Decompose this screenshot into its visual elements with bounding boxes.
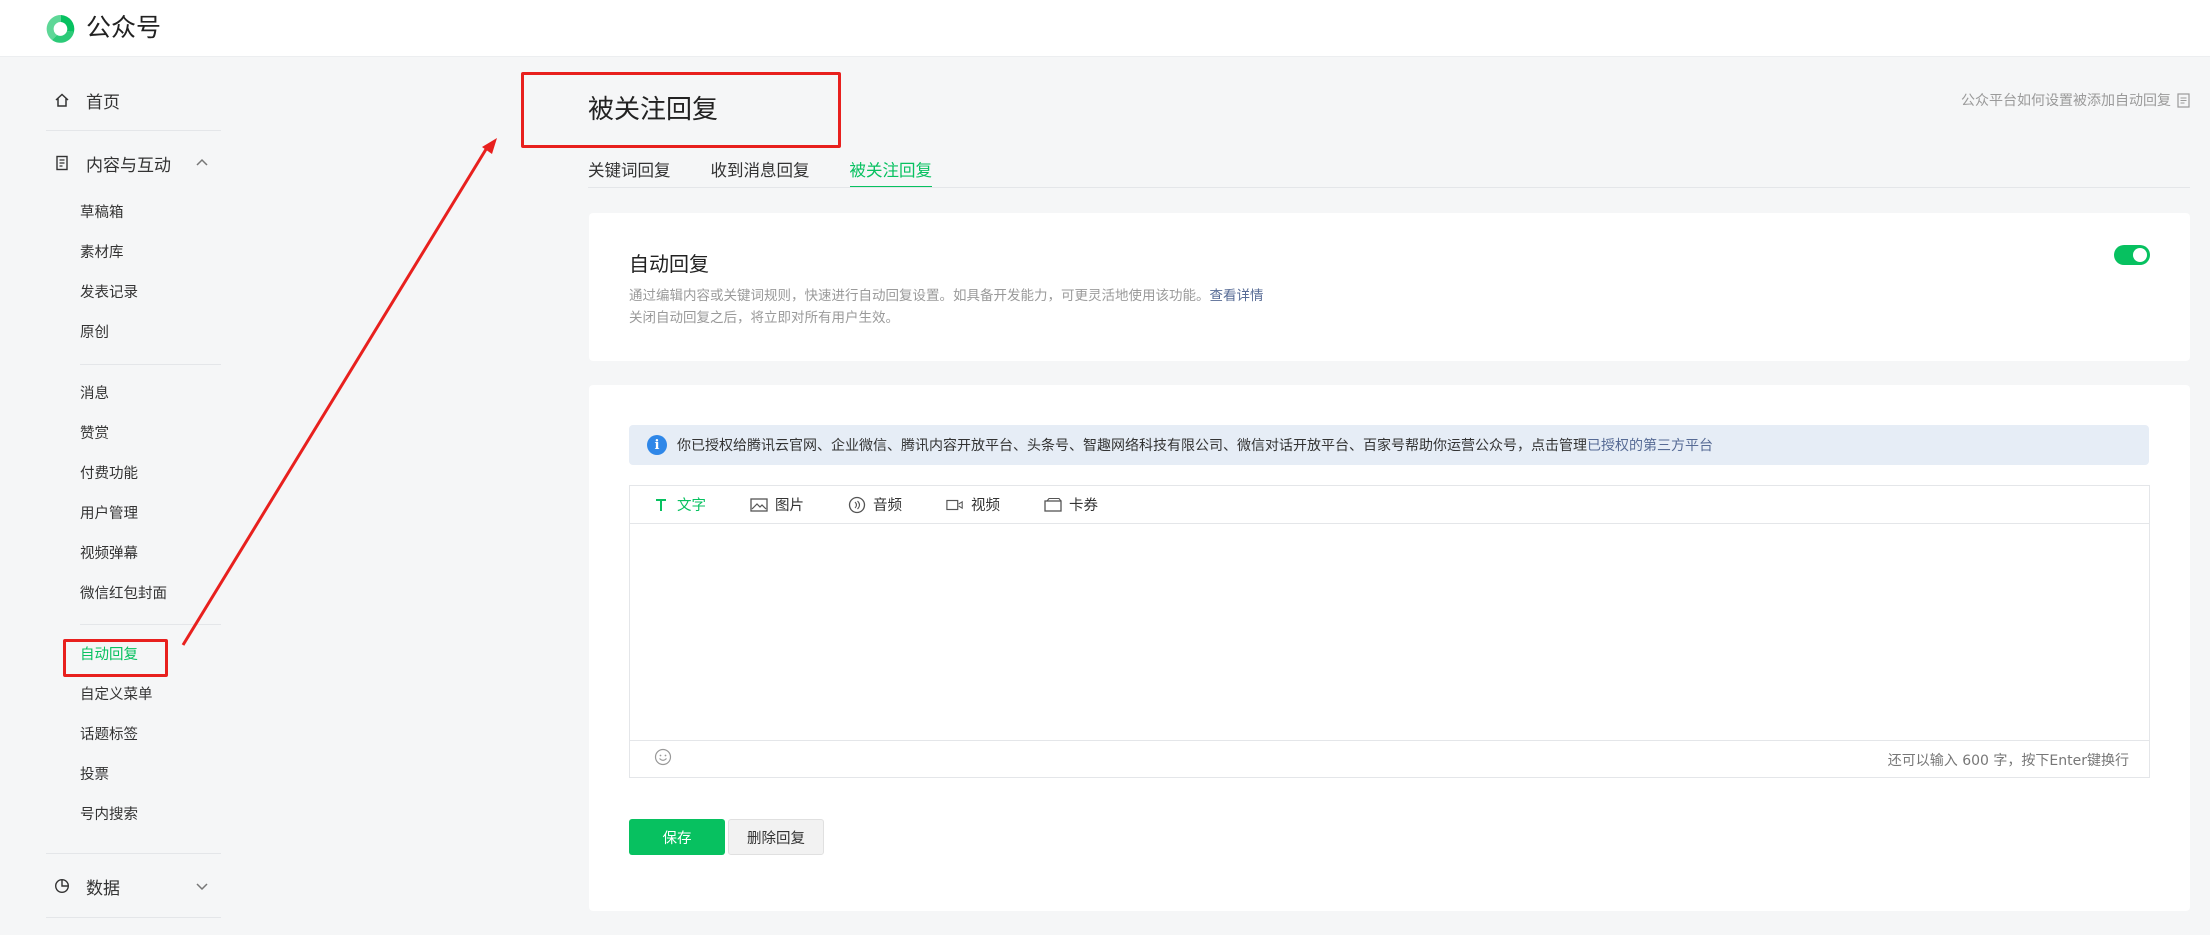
sidebar-item-messages[interactable]: 消息 [80, 384, 109, 404]
sidebar-item-user-management[interactable]: 用户管理 [80, 504, 138, 524]
divider [46, 853, 221, 854]
sidebar-item-appreciation[interactable]: 赞赏 [80, 424, 109, 444]
tab-video-label: 视频 [971, 498, 1000, 514]
third-party-platform-link[interactable]: 已授权的第三方平台 [1587, 435, 1713, 455]
sidebar-item-topic-tags[interactable]: 话题标签 [80, 725, 138, 745]
sidebar-item-publish-records[interactable]: 发表记录 [80, 283, 138, 303]
tab-message-reply[interactable]: 收到消息回复 [711, 158, 810, 188]
tab-coupon-label: 卡券 [1069, 498, 1098, 514]
brand-name: 公众号 [86, 13, 162, 42]
wechat-mp-logo-icon[interactable] [44, 12, 78, 46]
tab-video[interactable]: 视频 [946, 494, 1000, 515]
reply-editor: 文字 图片 音频 视频 卡券 还可以输入 600 字，按下Enter键换行 [629, 485, 2150, 778]
content-type-tabs: 文字 图片 音频 视频 卡券 [630, 486, 2149, 524]
sidebar-group-label: 内容与互动 [86, 155, 171, 176]
home-icon [52, 90, 72, 110]
image-icon [750, 496, 768, 514]
emoji-icon[interactable] [654, 748, 672, 766]
sidebar-item-vote[interactable]: 投票 [80, 765, 109, 785]
authorization-notice: i 你已授权给腾讯云官网、企业微信、腾讯内容开放平台、头条号、智趣网络科技有限公… [629, 425, 2149, 465]
pie-chart-icon [52, 876, 72, 896]
tab-keyword-reply[interactable]: 关键词回复 [588, 158, 671, 188]
divider [80, 364, 221, 365]
sidebar-item-video-danmaku[interactable]: 视频弹幕 [80, 544, 138, 564]
document-icon [52, 153, 72, 173]
help-link-text: 公众平台如何设置被添加自动回复 [1961, 93, 2171, 109]
auto-reply-description: 通过编辑内容或关键词规则，快速进行自动回复设置。如具备开发能力，可更灵活地使用该… [629, 285, 1264, 329]
delete-reply-button[interactable]: 删除回复 [728, 819, 824, 855]
sidebar: 首页 内容与互动 草稿箱 素材库 发表记录 原创 消息 赞赏 付费功能 用户管理… [0, 57, 240, 935]
toggle-knob [2133, 248, 2147, 262]
notice-text: 你已授权给腾讯云官网、企业微信、腾讯内容开放平台、头条号、智趣网络科技有限公司、… [677, 438, 1587, 454]
help-link[interactable]: 公众平台如何设置被添加自动回复 [1961, 90, 2190, 110]
video-icon [946, 496, 964, 514]
auto-reply-card: 自动回复 通过编辑内容或关键词规则，快速进行自动回复设置。如具备开发能力，可更灵… [589, 213, 2190, 361]
char-counter: 还可以输入 600 字，按下Enter键换行 [1887, 753, 2129, 769]
sidebar-item-in-account-search[interactable]: 号内搜索 [80, 805, 138, 825]
save-button[interactable]: 保存 [629, 819, 725, 855]
auto-reply-desc-line1: 通过编辑内容或关键词规则，快速进行自动回复设置。如具备开发能力，可更灵活地使用该… [629, 288, 1210, 304]
sidebar-item-custom-menu[interactable]: 自定义菜单 [80, 685, 153, 705]
sidebar-item-red-packet-cover[interactable]: 微信红包封面 [80, 584, 167, 604]
reply-editor-card: i 你已授权给腾讯云官网、企业微信、腾讯内容开放平台、头条号、智趣网络科技有限公… [589, 385, 2190, 911]
tab-text-label: 文字 [677, 498, 706, 514]
auto-reply-title: 自动回复 [629, 252, 709, 276]
sidebar-item-materials[interactable]: 素材库 [80, 243, 124, 263]
annotation-box-title [521, 72, 841, 148]
auto-reply-desc-line2: 关闭自动回复之后，将立即对所有用户生效。 [629, 310, 899, 326]
editor-footer: 还可以输入 600 字，按下Enter键换行 [630, 740, 2149, 777]
chevron-up-icon[interactable] [194, 155, 210, 171]
tab-image[interactable]: 图片 [750, 494, 804, 515]
tabs-underline [588, 187, 2190, 188]
tab-text[interactable]: 文字 [652, 494, 706, 515]
card-coupon-icon [1044, 496, 1062, 514]
document-icon [2177, 92, 2190, 108]
divider [46, 130, 221, 131]
sidebar-item-original[interactable]: 原创 [80, 323, 109, 343]
divider [46, 917, 221, 918]
chevron-down-icon[interactable] [194, 878, 210, 894]
annotation-box-auto-reply [63, 639, 168, 677]
audio-icon [848, 496, 866, 514]
reply-tabs: 关键词回复 收到消息回复 被关注回复 [588, 158, 972, 188]
text-icon [652, 496, 670, 514]
sidebar-item-label: 首页 [86, 92, 120, 113]
info-icon: i [647, 435, 667, 455]
view-details-link[interactable]: 查看详情 [1210, 288, 1264, 304]
sidebar-group-data[interactable]: 数据 [52, 866, 120, 906]
tab-image-label: 图片 [775, 498, 804, 514]
top-bar: 公众号 [0, 0, 2210, 57]
sidebar-item-drafts[interactable]: 草稿箱 [80, 203, 124, 223]
tab-coupon[interactable]: 卡券 [1044, 494, 1098, 515]
tab-follow-reply[interactable]: 被关注回复 [849, 158, 932, 188]
sidebar-item-paid-features[interactable]: 付费功能 [80, 464, 138, 484]
tab-audio[interactable]: 音频 [848, 494, 902, 515]
sidebar-group-label: 数据 [86, 878, 120, 899]
auto-reply-toggle[interactable] [2114, 245, 2150, 265]
divider [80, 624, 221, 625]
sidebar-group-content[interactable]: 内容与互动 [52, 143, 171, 183]
sidebar-item-home[interactable]: 首页 [52, 80, 120, 120]
tab-audio-label: 音频 [873, 498, 902, 514]
